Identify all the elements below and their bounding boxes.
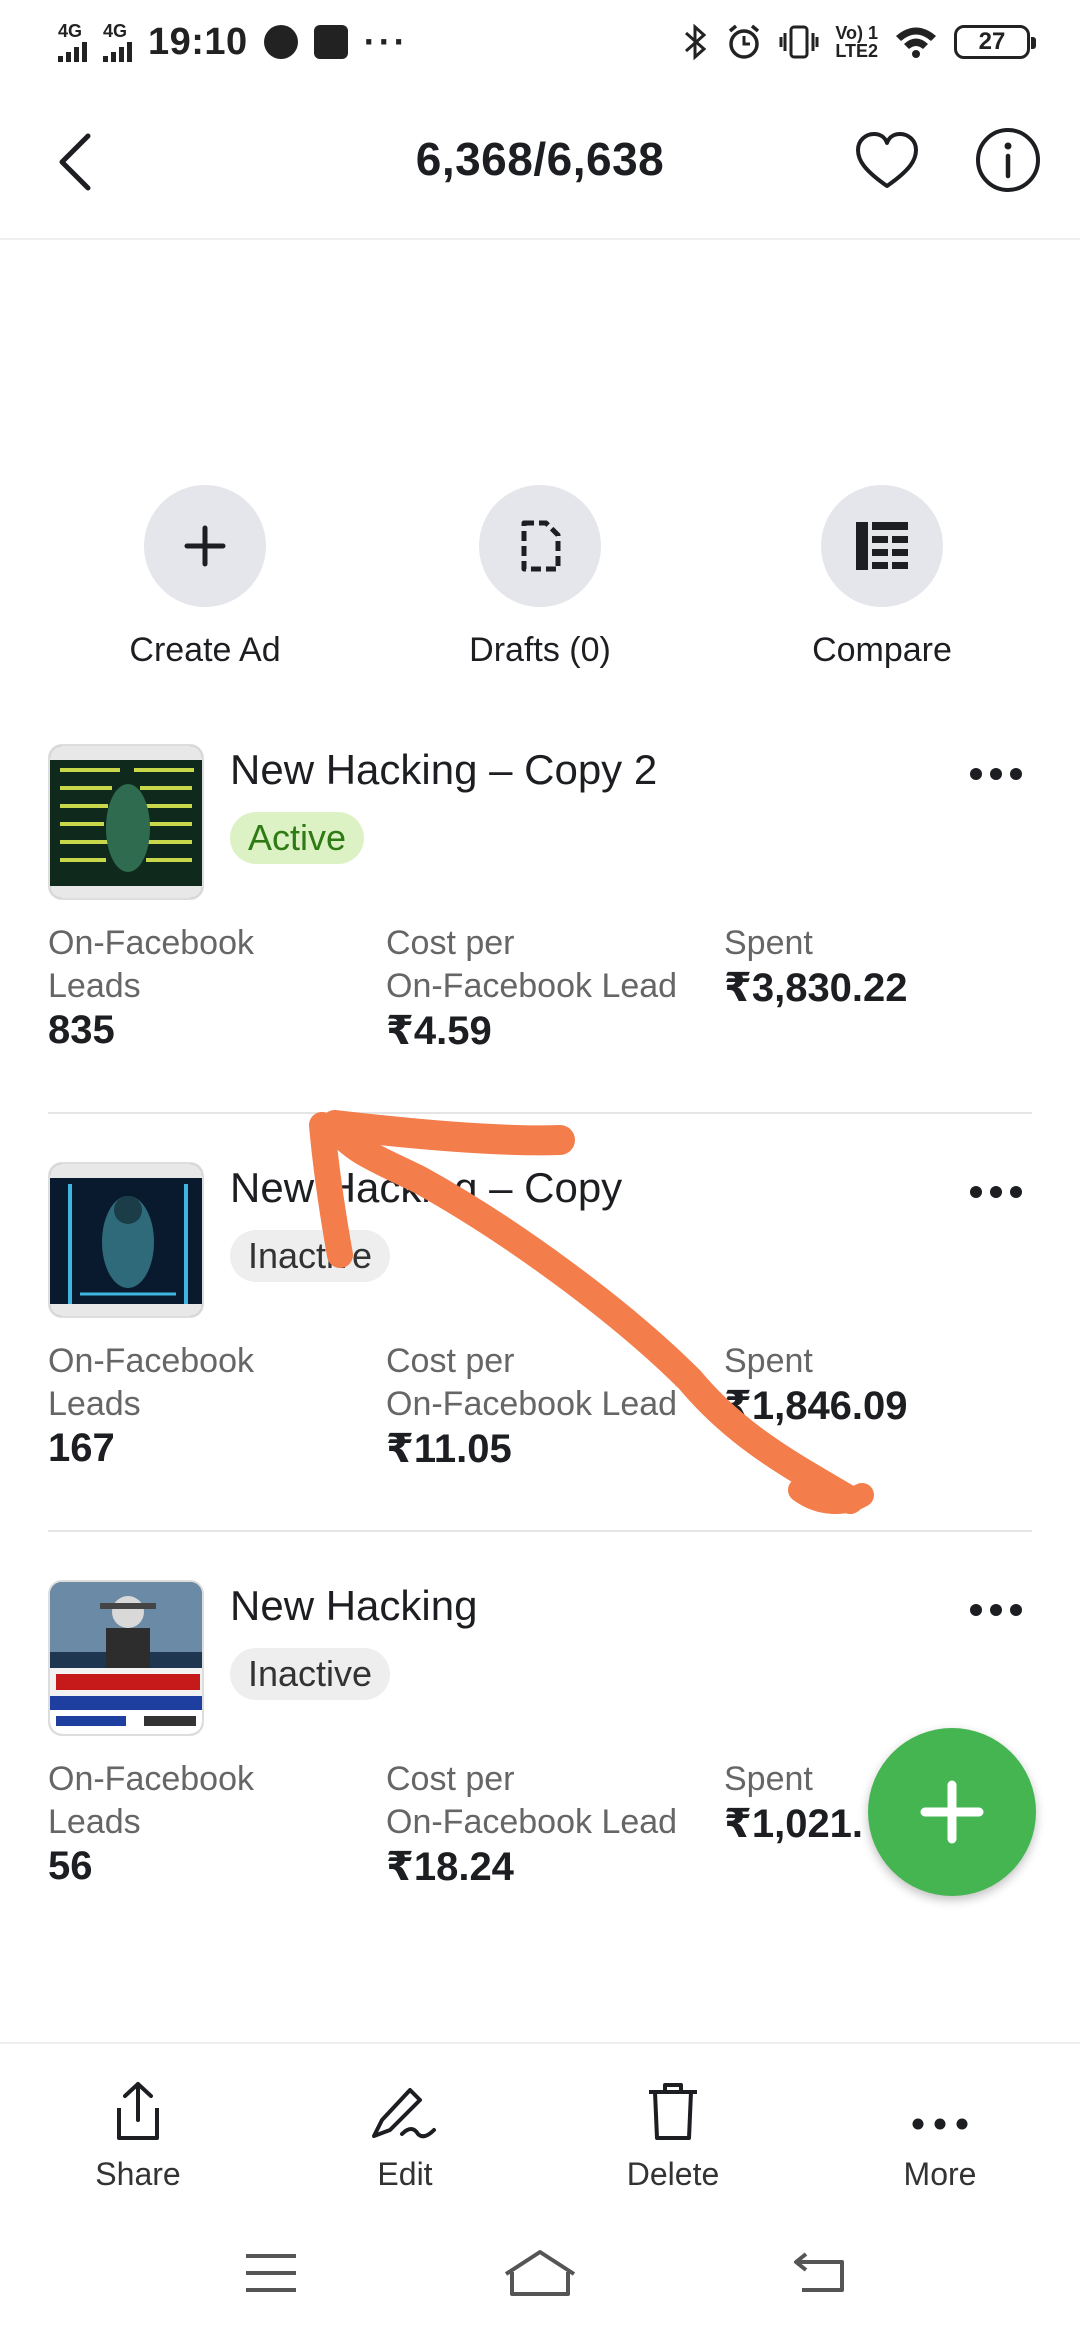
metric-value: ₹11.05: [386, 1427, 512, 1471]
metric-value: 56: [48, 1844, 93, 1888]
leads-metric: On-Facebook Leads 56: [48, 1758, 358, 1889]
battery-icon: 27: [954, 25, 1036, 59]
edit-label: Edit: [377, 2156, 433, 2192]
compare-button[interactable]: Compare: [752, 485, 1012, 670]
share-icon: [38, 2072, 238, 2142]
status-badge: Inactive: [230, 1230, 391, 1282]
campaign-name: New Hacking – Copy 2: [230, 746, 658, 793]
quick-actions: Create Ad Drafts (0) Compare: [0, 485, 1080, 685]
divider: [48, 1112, 1032, 1114]
campaign-name: New Hacking: [230, 1582, 478, 1629]
network-type-2: 4G: [103, 21, 128, 41]
bottom-toolbar: Share Edit Delete More: [0, 2042, 1080, 2212]
delete-label: Delete: [626, 2156, 720, 2192]
metric-value: ₹18.24: [386, 1845, 514, 1889]
edit-pen-icon: [305, 2072, 505, 2142]
menu-icon[interactable]: [244, 2252, 298, 2294]
create-ad-label: Create Ad: [129, 631, 281, 669]
metric-label: Leads: [48, 967, 141, 1005]
lte-bottom: LTE2: [835, 41, 878, 61]
network-type-1: 4G: [58, 21, 83, 41]
campaign-thumbnail: [48, 744, 204, 900]
metric-label: Spent: [724, 1342, 813, 1380]
metric-label: On-Facebook: [48, 924, 254, 962]
metric-label: On-Facebook Lead: [386, 1803, 678, 1841]
create-ad-button[interactable]: Create Ad: [75, 485, 335, 670]
wifi-icon: [896, 27, 936, 58]
metric-label: Leads: [48, 1385, 141, 1423]
metric-value: ₹4.59: [386, 1009, 492, 1053]
metric-label: On-Facebook Lead: [386, 967, 678, 1005]
plus-icon: [144, 485, 266, 607]
battery-level: 27: [978, 28, 1006, 55]
clock: 19:10: [148, 20, 248, 63]
home-icon[interactable]: [502, 2246, 578, 2298]
notification-icon: [313, 25, 348, 59]
drafts-label: Drafts (0): [469, 631, 611, 669]
divider: [48, 1530, 1032, 1532]
more-button[interactable]: More: [840, 2072, 1040, 2193]
plus-icon: [920, 1780, 984, 1844]
campaign-name: New Hacking – Copy: [230, 1164, 623, 1211]
cost-per-lead-metric: Cost per On-Facebook Lead ₹4.59: [386, 922, 696, 1054]
signal-1-icon: 4G: [58, 22, 87, 62]
campaign-row[interactable]: New Hacking – Copy 2 Active On-Facebook …: [48, 744, 1032, 1124]
cost-per-lead-metric: Cost per On-Facebook Lead ₹11.05: [386, 1340, 696, 1472]
info-icon[interactable]: [974, 126, 1042, 194]
status-right: Vo) 1 LTE2 27: [683, 23, 1036, 61]
status-left: 4G 4G 19:10 ···: [58, 21, 409, 64]
alarm-icon: [729, 24, 760, 59]
more-dots-icon: [840, 2072, 1040, 2142]
lte-top: Vo) 1: [835, 23, 878, 43]
share-button[interactable]: Share: [38, 2072, 238, 2193]
more-options-icon[interactable]: [968, 764, 1024, 784]
metric-value: ₹3,830.22: [724, 966, 908, 1010]
metric-value: 167: [48, 1426, 115, 1470]
metric-label: On-Facebook: [48, 1760, 254, 1798]
status-badge: Active: [230, 812, 365, 864]
status-badge: Inactive: [230, 1648, 391, 1700]
compare-list-icon: [821, 485, 943, 607]
metric-label: Cost per: [386, 924, 515, 962]
vibrate-icon: [779, 25, 819, 59]
trash-icon: [573, 2072, 773, 2142]
more-notifications-icon: ···: [363, 21, 409, 62]
cost-per-lead-metric: Cost per On-Facebook Lead ₹18.24: [386, 1758, 696, 1890]
metric-value: 835: [48, 1008, 115, 1052]
bluetooth-icon: [685, 23, 707, 61]
metric-label: On-Facebook Lead: [386, 1385, 678, 1423]
back-nav-icon[interactable]: [792, 2248, 848, 2294]
document-icon: [479, 485, 601, 607]
add-fab-button[interactable]: [868, 1728, 1036, 1896]
metric-label: Cost per: [386, 1342, 515, 1380]
metric-label: Cost per: [386, 1760, 515, 1798]
status-bar: 4G 4G 19:10 ··· Vo) 1 LTE2 27: [0, 0, 1080, 84]
more-options-icon[interactable]: [968, 1600, 1024, 1620]
compare-label: Compare: [812, 631, 952, 669]
delete-button[interactable]: Delete: [573, 2072, 773, 2193]
metric-value: ₹1,846.09: [724, 1384, 908, 1428]
spent-metric: Spent ₹1,846.09: [724, 1340, 1034, 1429]
more-options-icon[interactable]: [968, 1182, 1024, 1202]
more-label: More: [903, 2156, 977, 2192]
leads-metric: On-Facebook Leads 835: [48, 922, 358, 1053]
campaign-thumbnail: [48, 1162, 204, 1318]
spent-metric: Spent ₹3,830.22: [724, 922, 1034, 1011]
edit-button[interactable]: Edit: [305, 2072, 505, 2193]
telegram-icon: [263, 25, 298, 59]
heart-icon[interactable]: [854, 128, 920, 194]
campaign-thumbnail: [48, 1580, 204, 1736]
metric-label: Leads: [48, 1803, 141, 1841]
campaign-row[interactable]: New Hacking – Copy Inactive On-Facebook …: [48, 1162, 1032, 1542]
signal-2-icon: 4G: [103, 22, 132, 62]
header-bar: 6,368/6,638: [0, 84, 1080, 240]
lte-indicator: Vo) 1 LTE2: [835, 24, 878, 60]
drafts-button[interactable]: Drafts (0): [410, 485, 670, 670]
metric-label: On-Facebook: [48, 1342, 254, 1380]
metric-label: Spent: [724, 924, 813, 962]
share-label: Share: [95, 2156, 181, 2192]
system-nav-bar: [0, 2212, 1080, 2340]
leads-metric: On-Facebook Leads 167: [48, 1340, 358, 1471]
